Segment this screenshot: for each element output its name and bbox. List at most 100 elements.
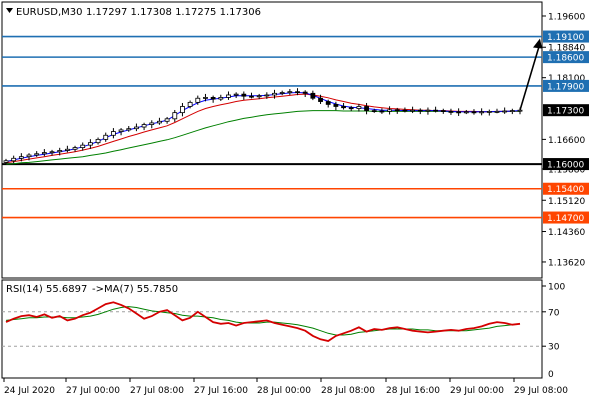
x-tick-label: 29 Jul 00:00	[450, 386, 504, 396]
y-tick-label: 1.13620	[548, 258, 585, 268]
x-tick-label: 28 Jul 00:00	[257, 386, 311, 396]
candle-body	[333, 104, 339, 107]
chart-svg: 1.196001.188401.181001.166001.158801.151…	[1, 1, 589, 396]
candle-body	[456, 111, 462, 114]
candle-body	[494, 111, 500, 113]
candle-body	[356, 106, 362, 109]
candle-body	[486, 111, 492, 113]
rsi-tick-label: 0	[548, 370, 554, 380]
y-tick-label: 1.14360	[548, 228, 585, 238]
candle-body	[310, 92, 316, 99]
price-level-label: 1.15400	[547, 185, 584, 195]
candle-body	[325, 101, 331, 105]
main-plot-frame	[1, 1, 543, 279]
candle-body	[417, 109, 423, 112]
y-tick-label: 1.19600	[548, 12, 585, 22]
candle-body	[479, 111, 485, 114]
candle-body	[387, 109, 392, 112]
x-axis: 24 Jul 2020 27 Jul 00:00 27 Jul 08:00 27 Ju…	[3, 378, 568, 396]
candle-body	[233, 93, 239, 96]
candle-body	[80, 144, 86, 149]
candle-body	[49, 151, 55, 154]
candle-body	[379, 110, 385, 113]
candle-body	[111, 131, 116, 136]
header-symbol-timeframe: EURUSD,M30	[16, 7, 82, 18]
candle-body	[72, 147, 78, 150]
candle-body	[402, 109, 408, 112]
candle-body	[272, 92, 277, 96]
candle-body	[57, 150, 63, 153]
candle-body	[364, 106, 369, 111]
candle-body	[287, 91, 293, 94]
candle-body	[95, 138, 101, 144]
candle-body	[371, 110, 377, 112]
header-ohlc: 1.17297 1.17308 1.17275 1.17306	[86, 7, 261, 18]
candle-body	[509, 110, 515, 112]
price-level-label: 1.19100	[547, 33, 584, 43]
x-tick-label: 28 Jul 16:00	[386, 386, 440, 396]
x-tick-label: 29 Jul 08:00	[514, 386, 568, 396]
x-tick-label: 27 Jul 08:00	[130, 386, 184, 396]
price-level-label: 1.17900	[547, 82, 584, 92]
candle-body	[180, 106, 185, 114]
candle-body	[187, 101, 193, 107]
candle-body	[502, 110, 508, 113]
candle-body	[471, 111, 477, 114]
candle-body	[517, 109, 523, 112]
candle-body	[41, 152, 47, 155]
candle-body	[126, 128, 132, 131]
candle-body	[141, 124, 147, 128]
y-tick-label: 1.16600	[548, 136, 585, 146]
candle-body	[218, 97, 224, 100]
candle-body	[256, 95, 262, 98]
candle-body	[149, 122, 155, 125]
candle-body	[279, 92, 285, 94]
price-level-label: 1.17300	[547, 107, 584, 117]
candle-body	[241, 93, 247, 97]
candle-body	[295, 91, 300, 94]
candle-body	[34, 153, 40, 156]
candle-body	[3, 160, 9, 163]
x-tick-label: 28 Jul 08:00	[321, 386, 375, 396]
candle-body	[264, 94, 270, 97]
rsi-ma-label: ->MA(7) 55.7850	[92, 284, 178, 295]
x-tick-label: 24 Jul 2020	[4, 386, 55, 396]
rsi-tick-label: 100	[548, 283, 565, 293]
candle-body	[302, 91, 308, 94]
candle-body	[318, 97, 323, 102]
chart-root: 1.19600 1.18840 1.18100 1.16600 1.15880 1.151…	[0, 0, 590, 400]
candle-body	[64, 148, 70, 151]
candle-body	[394, 109, 400, 112]
candle-body	[210, 97, 216, 100]
rsi-tick-label: 70	[548, 308, 560, 318]
candle-body	[249, 95, 254, 98]
candle-body	[341, 106, 346, 109]
candle-body	[348, 107, 354, 110]
y-axis-main: 1.196001.188401.181001.166001.158801.151…	[542, 12, 589, 268]
price-level-label: 1.16000	[547, 161, 584, 171]
x-tick-label: 27 Jul 00:00	[66, 386, 120, 396]
price-level-label: 1.14700	[547, 214, 584, 224]
candle-body	[118, 129, 124, 132]
candle-body	[203, 97, 208, 99]
candle-body	[11, 157, 17, 162]
y-tick-label: 1.15120	[548, 197, 585, 207]
candle-body	[226, 94, 231, 98]
candle-body	[410, 109, 415, 112]
candle-body	[463, 111, 469, 114]
candle-body	[425, 109, 431, 112]
rsi-header-label: RSI(14) 55.6897	[6, 284, 87, 295]
candle-body	[157, 120, 162, 124]
candle-body	[164, 118, 170, 122]
candle-body	[195, 97, 201, 103]
candle-body	[448, 111, 454, 113]
price-level-label: 1.18600	[547, 54, 584, 64]
candle-body	[172, 112, 178, 120]
candle-body	[26, 154, 32, 158]
candle-body	[440, 110, 446, 112]
candle-body	[103, 134, 109, 140]
candle-body	[433, 109, 439, 112]
x-tick-label: 27 Jul 16:00	[194, 386, 248, 396]
rsi-tick-label: 30	[548, 343, 560, 353]
candle-body	[87, 142, 93, 146]
